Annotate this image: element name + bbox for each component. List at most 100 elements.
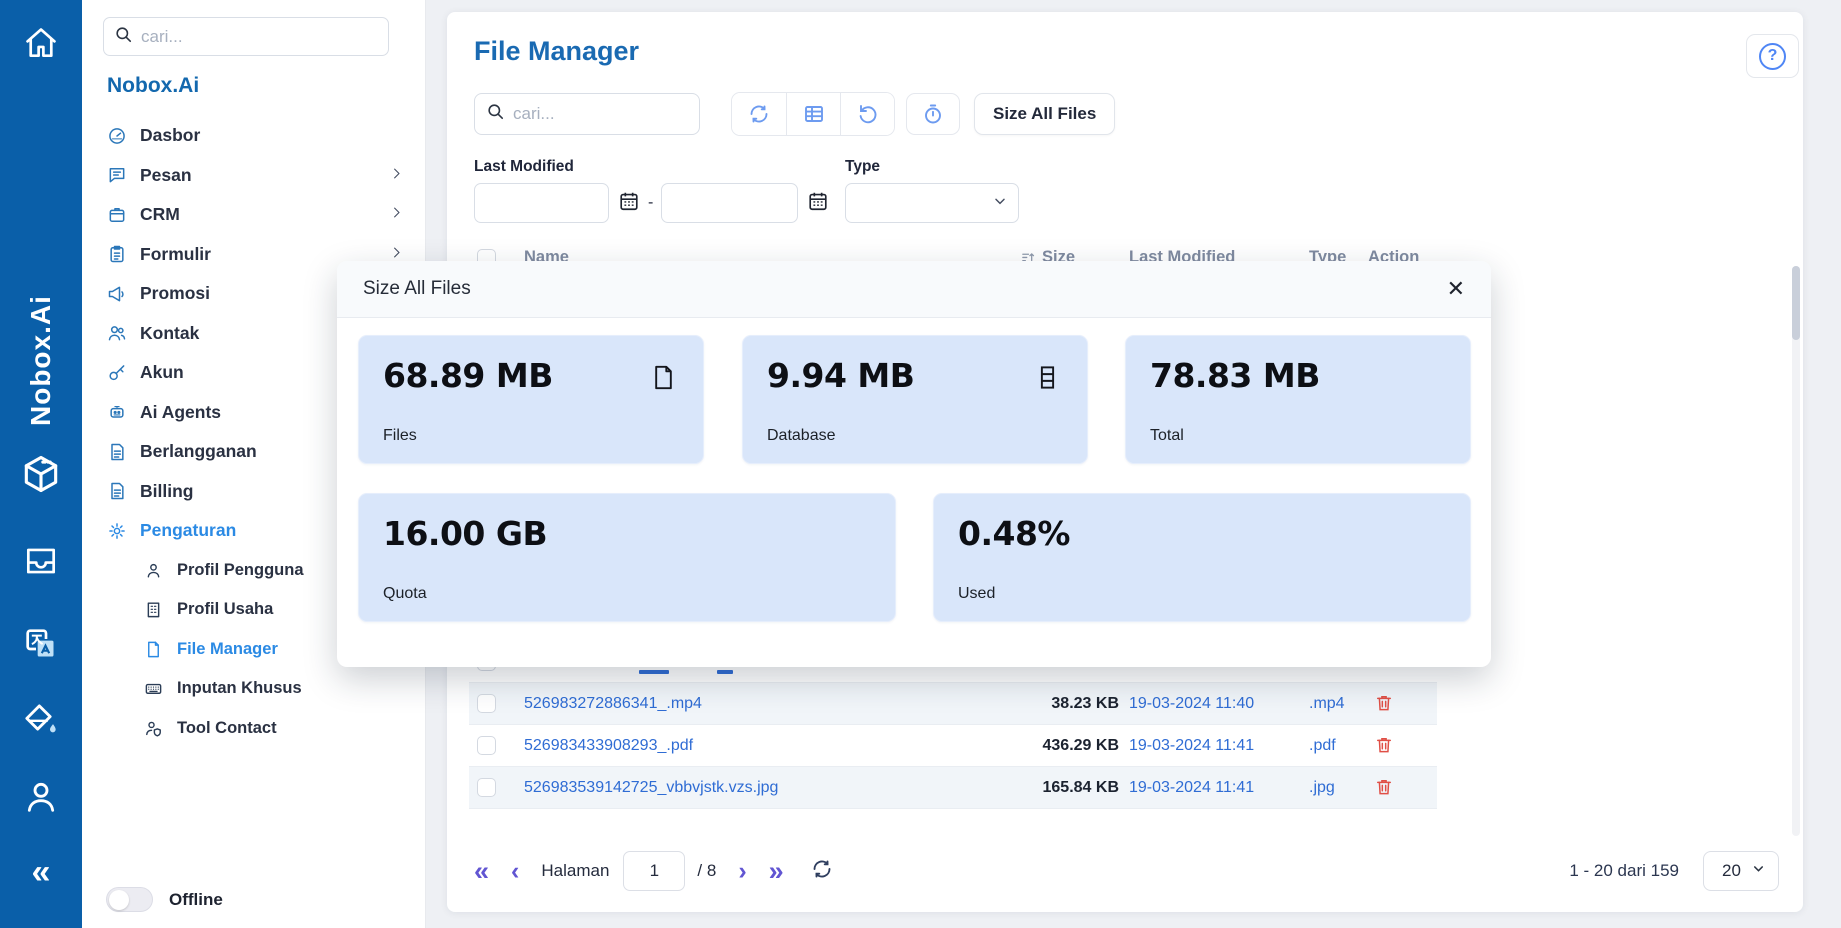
used-label: Used [958,585,995,603]
key-icon [107,363,127,383]
home-icon[interactable] [22,24,60,62]
quota-card: 16.00 GB Quota [358,493,896,622]
file-link[interactable]: 526983433908293_.pdf [524,737,693,755]
type-select[interactable] [845,183,1019,223]
file-modified: 19-03-2024 11:41 [1129,779,1254,797]
modal-title: Size All Files [363,278,471,300]
table-row: 526983272886341_.mp4 38.23 KB 19-03-2024… [469,683,1437,725]
help-button[interactable]: ? [1746,34,1799,78]
file-type: .jpg [1309,779,1335,797]
database-icon [1034,364,1061,396]
file-search-input[interactable] [513,104,688,124]
sidebar-item-label: Pengaturan [140,520,236,541]
user-icon[interactable] [21,777,61,817]
chevron-down-icon [992,193,1008,214]
scrollbar-thumb[interactable] [1792,266,1800,340]
file-type: .pdf [1309,737,1336,755]
date-to-input[interactable] [661,183,798,223]
inbox-icon[interactable] [22,542,60,580]
file-modified: 19-03-2024 11:41 [1129,737,1254,755]
sync-button[interactable] [732,93,786,135]
paint-bucket-icon[interactable] [21,700,61,740]
sidebar-item-label: Kontak [140,323,199,344]
page-size-select[interactable]: 20 [1703,851,1779,891]
collapse-sidebar-icon[interactable]: « [32,853,51,892]
date-from-input[interactable] [474,183,609,223]
toggle-knob [109,890,129,910]
next-page-button[interactable]: › [738,859,746,884]
sidebar-item-label: Promosi [140,283,210,304]
page-title: File Manager [474,36,639,67]
offline-control: Offline [106,887,223,912]
sidebar-search-input[interactable] [141,27,378,47]
page-number-input[interactable] [623,851,685,891]
last-modified-label: Last Modified [474,158,829,176]
history-button[interactable] [906,93,960,135]
row-checkbox[interactable] [477,778,496,797]
dashboard-icon [107,126,127,146]
type-filter: Type [845,158,1019,223]
sidebar-item-label: CRM [140,204,180,225]
delete-icon[interactable] [1374,777,1394,802]
help-icon: ? [1759,43,1786,70]
sidebar-item-label: Ai Agents [140,402,221,423]
toolbar-button-group [731,92,895,136]
sidebar-item-pesan[interactable]: Pesan [82,156,426,196]
sidebar-search[interactable] [103,17,389,56]
offline-toggle[interactable] [106,887,153,912]
clipped-link-fragment [717,670,733,674]
sidebar-item-tool-contact[interactable]: Tool Contact [82,709,426,749]
row-checkbox[interactable] [477,694,496,713]
sidebar-item-inputan-khusus[interactable]: Inputan Khusus [82,669,426,709]
calendar-icon[interactable] [618,190,640,217]
person-icon [144,561,164,580]
file-link[interactable]: 526983539142725_vbbvjstk.vzs.jpg [524,779,778,797]
sidebar-item-label: Dasbor [140,125,200,146]
toolbar: Size All Files [474,93,1115,135]
sidebar-item-label: Tool Contact [177,719,277,738]
files-size-card: 68.89 MB Files [358,335,704,464]
row-checkbox[interactable] [477,736,496,755]
range-text: 1 - 20 dari 159 [1569,861,1679,881]
delete-icon[interactable] [1374,735,1394,760]
cube-logo-icon[interactable] [19,452,63,496]
used-value: 0.48% [958,514,1070,553]
rail-brand-vertical: Nobox.Ai [0,272,82,450]
file-type: .mp4 [1309,695,1345,713]
file-size: 38.23 KB [949,695,1119,713]
prev-page-button[interactable]: ‹ [511,859,519,884]
sidebar-item-dasbor[interactable]: Dasbor [82,116,426,156]
database-size-card: 9.94 MB Database [742,335,1088,464]
sidebar-item-label: Berlangganan [140,441,257,462]
calendar-icon[interactable] [807,190,829,217]
sidebar-item-crm[interactable]: CRM [82,195,426,235]
chevron-right-icon[interactable] [389,204,404,225]
file-link[interactable]: 526983272886341_.mp4 [524,695,702,713]
robot-icon [107,402,127,422]
type-label: Type [845,158,1019,176]
database-size-value: 9.94 MB [767,356,914,395]
quota-value: 16.00 GB [383,514,547,553]
contact-shield-icon [144,719,164,738]
filters: Last Modified - [474,158,829,223]
vertical-scrollbar[interactable] [1792,266,1800,836]
chevron-right-icon[interactable] [389,165,404,186]
table-view-button[interactable] [786,93,840,135]
close-icon[interactable]: ✕ [1447,278,1465,300]
delete-icon[interactable] [1374,693,1394,718]
translate-icon[interactable] [21,624,61,664]
table-row: 526983539142725_vbbvjstk.vzs.jpg 165.84 … [469,767,1437,809]
page-label: Halaman [541,861,609,881]
size-all-files-button[interactable]: Size All Files [974,93,1115,135]
last-page-button[interactable]: » [769,858,784,885]
sidebar-item-label: File Manager [177,640,278,659]
refresh-icon[interactable] [810,857,834,886]
files-size-value: 68.89 MB [383,356,553,395]
sidebar-item-label: Formulir [140,244,211,265]
quota-label: Quota [383,585,427,603]
first-page-button[interactable]: « [474,858,489,885]
document-icon [107,442,127,462]
file-search[interactable] [474,93,700,135]
reset-button[interactable] [840,93,894,135]
clipped-link-fragment [639,670,669,674]
